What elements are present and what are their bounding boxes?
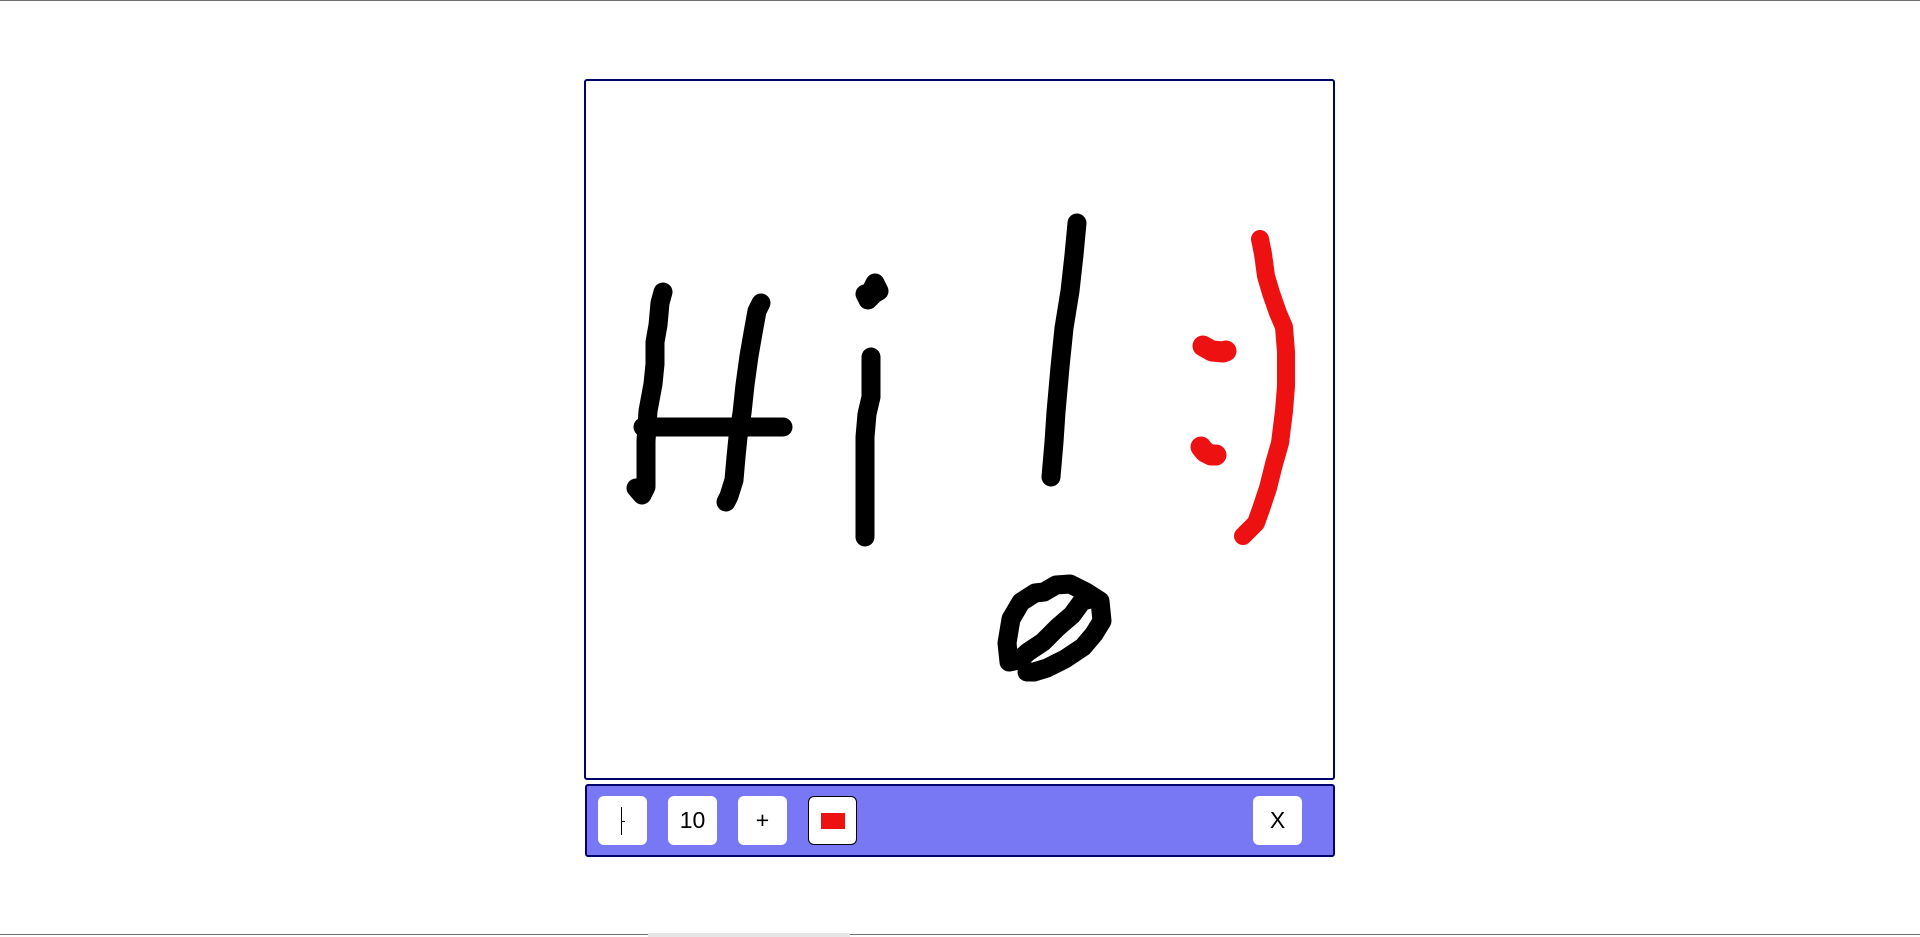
stroke-h-right: [716, 293, 771, 512]
brush-size-label: 10: [679, 807, 706, 833]
canvas-drawing: [626, 213, 1295, 682]
top-divider: [0, 0, 1920, 1]
stroke-smile-mouth: [1234, 230, 1295, 545]
brush-size-button[interactable]: 10: [668, 796, 717, 845]
horizontal-scrollbar[interactable]: [648, 933, 850, 937]
stroke-i-dot: [855, 273, 889, 310]
bottom-divider: [0, 934, 1920, 935]
pen-cursor-icon: [617, 806, 629, 835]
stroke-smile-eye-top: [1192, 335, 1237, 363]
stroke-i-stem: [855, 347, 881, 547]
stroke-exclamation-dot: [997, 574, 1112, 682]
drawing-canvas[interactable]: [584, 79, 1335, 780]
pen-tool-button[interactable]: [598, 796, 647, 845]
stroke-exclamation-stem: [1041, 213, 1087, 487]
add-button[interactable]: +: [738, 796, 787, 845]
color-swatch: [820, 812, 845, 829]
drawing-toolbar: 10 + X: [585, 784, 1335, 857]
clear-button[interactable]: X: [1253, 796, 1302, 845]
color-picker-button[interactable]: [808, 796, 857, 845]
stroke-smile-eye-bottom: [1190, 436, 1227, 466]
stroke-h-left: [626, 282, 673, 505]
plus-icon: +: [755, 807, 770, 833]
close-icon: X: [1269, 807, 1286, 833]
